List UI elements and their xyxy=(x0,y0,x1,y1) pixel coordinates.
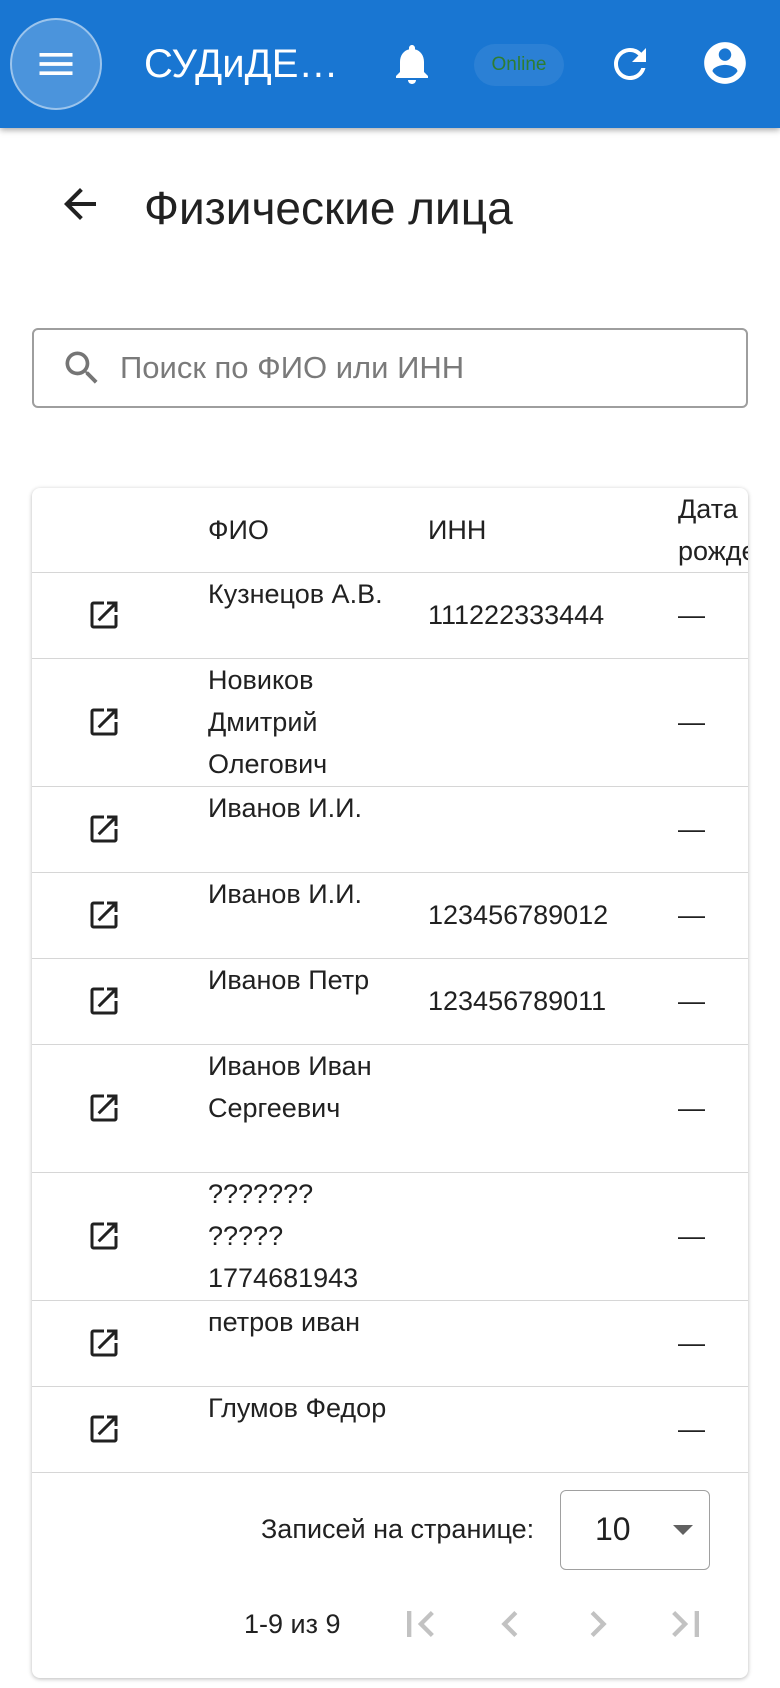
column-header-birth-date[interactable]: Дата рожде xyxy=(678,488,748,572)
table-row[interactable]: Глумов Федор — xyxy=(32,1387,748,1473)
search-icon xyxy=(65,351,98,384)
app-title: СУДиДЕ… xyxy=(144,42,339,86)
search-input[interactable] xyxy=(118,349,722,387)
cell-birth-date: — xyxy=(678,986,705,1016)
first-page-icon[interactable] xyxy=(394,1598,446,1650)
table-row[interactable]: ??????? ????? 1774681943 — xyxy=(32,1173,748,1301)
cell-fio: Кузнецов А.В. xyxy=(208,579,383,609)
app-bar: СУДиДЕ… Online xyxy=(0,0,780,128)
cell-birth-date: — xyxy=(678,707,705,737)
column-header-inn[interactable]: ИНН xyxy=(428,509,486,551)
table-row[interactable]: Иванов Иван Сергеевич — xyxy=(32,1045,748,1173)
open-in-new-icon[interactable] xyxy=(86,1090,122,1126)
cell-birth-date: — xyxy=(678,900,705,930)
cell-fio: Иванов Петр xyxy=(208,965,370,995)
table-header: ФИО ИНН Дата рожде xyxy=(32,488,748,573)
account-circle-icon[interactable] xyxy=(700,38,750,88)
open-in-new-icon[interactable] xyxy=(86,597,122,633)
cell-inn: 123456789011 xyxy=(428,986,607,1016)
cell-fio: Глумов Федор xyxy=(208,1393,387,1423)
cell-birth-date: — xyxy=(678,1093,705,1123)
cell-fio: Иванов Иван Сергеевич xyxy=(208,1051,372,1123)
open-in-new-icon[interactable] xyxy=(86,1411,122,1447)
dropdown-arrow-icon xyxy=(673,1525,693,1535)
cell-birth-date: — xyxy=(678,600,705,630)
next-page-icon[interactable] xyxy=(572,1598,624,1650)
table-row[interactable]: Иванов Петр 123456789011 — xyxy=(32,959,748,1045)
menu-icon xyxy=(39,53,73,75)
table-row[interactable]: петров иван — xyxy=(32,1301,748,1387)
cell-birth-date: — xyxy=(678,814,705,844)
table-row[interactable]: Новиков Дмитрий Олегович — xyxy=(32,659,748,787)
open-in-new-icon[interactable] xyxy=(86,983,122,1019)
cell-fio: Новиков Дмитрий Олегович xyxy=(208,665,328,779)
bell-icon[interactable] xyxy=(388,40,436,88)
arrow-back-icon[interactable] xyxy=(56,180,104,228)
refresh-icon[interactable] xyxy=(606,40,654,88)
status-badge: Online xyxy=(474,44,564,86)
cell-birth-date: — xyxy=(678,1328,705,1358)
open-in-new-icon[interactable] xyxy=(86,1218,122,1254)
persons-table-card: ФИО ИНН Дата рожде Кузнецов А.В. 1112223… xyxy=(32,488,748,1678)
search-field[interactable] xyxy=(32,328,748,408)
open-in-new-icon[interactable] xyxy=(86,1325,122,1361)
open-in-new-icon[interactable] xyxy=(86,704,122,740)
last-page-icon[interactable] xyxy=(660,1598,712,1650)
cell-birth-date: — xyxy=(678,1221,705,1251)
cell-fio: Иванов И.И. xyxy=(208,879,363,909)
cell-fio: Иванов И.И. xyxy=(208,793,363,823)
page-title: Физические лица xyxy=(144,182,513,234)
rows-per-page-label: Записей на странице: xyxy=(261,1514,535,1544)
previous-page-icon[interactable] xyxy=(484,1598,536,1650)
open-in-new-icon[interactable] xyxy=(86,897,122,933)
cell-birth-date: — xyxy=(678,1414,705,1444)
rows-per-page-select[interactable]: 10 xyxy=(560,1490,710,1570)
cell-fio: ??????? ????? 1774681943 xyxy=(208,1179,359,1293)
table-row[interactable]: Кузнецов А.В. 111222333444 — xyxy=(32,573,748,659)
menu-button[interactable] xyxy=(10,18,102,110)
pagination-range: 1-9 из 9 xyxy=(244,1609,341,1639)
column-header-fio[interactable]: ФИО xyxy=(208,509,269,551)
open-in-new-icon[interactable] xyxy=(86,811,122,847)
table-row[interactable]: Иванов И.И. 123456789012 — xyxy=(32,873,748,959)
cell-fio: петров иван xyxy=(208,1307,361,1337)
cell-inn: 123456789012 xyxy=(428,900,609,930)
rows-per-page-value: 10 xyxy=(595,1511,631,1547)
cell-inn: 111222333444 xyxy=(428,600,605,630)
table-row[interactable]: Иванов И.И. — xyxy=(32,787,748,873)
